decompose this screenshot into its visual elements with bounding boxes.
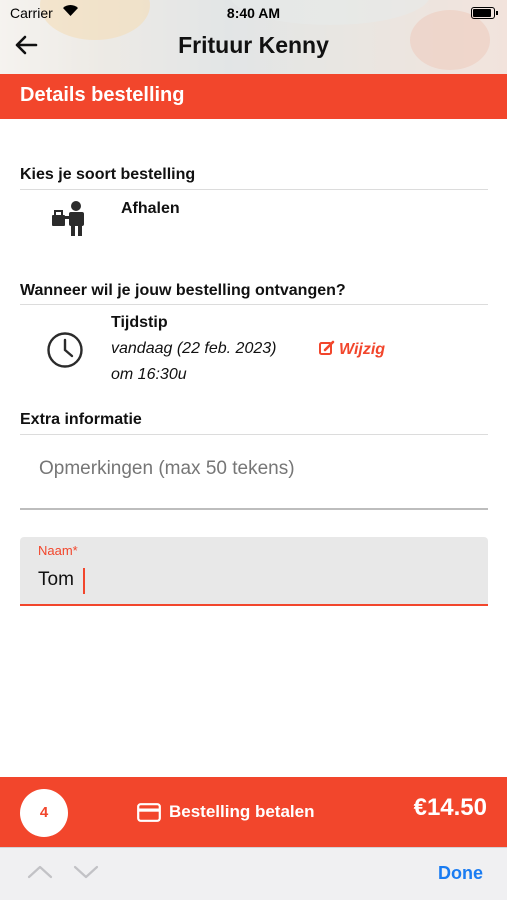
- order-type-heading: Kies je soort bestelling: [20, 166, 196, 183]
- clock-icon: [46, 331, 84, 369]
- delivery-date: vandaag (22 feb. 2023): [111, 340, 277, 357]
- text-cursor: [83, 568, 85, 594]
- edit-time-label: Wijzig: [339, 341, 386, 358]
- done-button[interactable]: Done: [438, 863, 483, 884]
- name-label: Naam*: [38, 543, 78, 558]
- pay-order-label: Bestelling betalen: [169, 802, 315, 821]
- divider: [20, 434, 488, 435]
- next-field-button[interactable]: [73, 862, 99, 882]
- keyboard-toolbar: Done: [0, 847, 507, 900]
- delivery-time: om 16:30u: [111, 366, 187, 383]
- delivery-time-heading: Wanneer wil je jouw bestelling ontvangen…: [20, 282, 346, 299]
- edit-icon: [319, 340, 335, 355]
- chevron-down-icon: [73, 865, 99, 879]
- time-label: Tijdstip: [111, 314, 168, 331]
- pay-order-button[interactable]: Bestelling betalen: [137, 797, 314, 827]
- status-bar: Carrier 8:40 AM: [0, 3, 507, 25]
- order-total: €14.50: [413, 794, 487, 821]
- checkout-bar: 4 Bestelling betalen €14.50: [0, 777, 507, 847]
- takeaway-person-icon: [50, 200, 90, 236]
- divider: [20, 304, 488, 305]
- section-header: Details bestelling: [0, 74, 507, 119]
- previous-field-button[interactable]: [27, 862, 53, 882]
- remarks-input[interactable]: [39, 458, 469, 480]
- section-title: Details bestelling: [20, 84, 185, 106]
- battery-icon: [471, 7, 498, 19]
- page-title: Frituur Kenny: [178, 32, 329, 58]
- status-time: 8:40 AM: [226, 5, 281, 21]
- name-input[interactable]: [38, 569, 458, 591]
- extra-info-heading: Extra informatie: [20, 411, 142, 428]
- credit-card-icon: [137, 802, 161, 822]
- cart-count-badge[interactable]: 4: [20, 789, 68, 837]
- remarks-field[interactable]: [20, 448, 488, 510]
- edit-time-button[interactable]: Wijzig: [319, 340, 385, 359]
- divider: [20, 189, 488, 190]
- name-field[interactable]: Naam*: [20, 537, 488, 606]
- chevron-up-icon: [27, 865, 53, 879]
- order-type-option[interactable]: Afhalen: [121, 200, 180, 218]
